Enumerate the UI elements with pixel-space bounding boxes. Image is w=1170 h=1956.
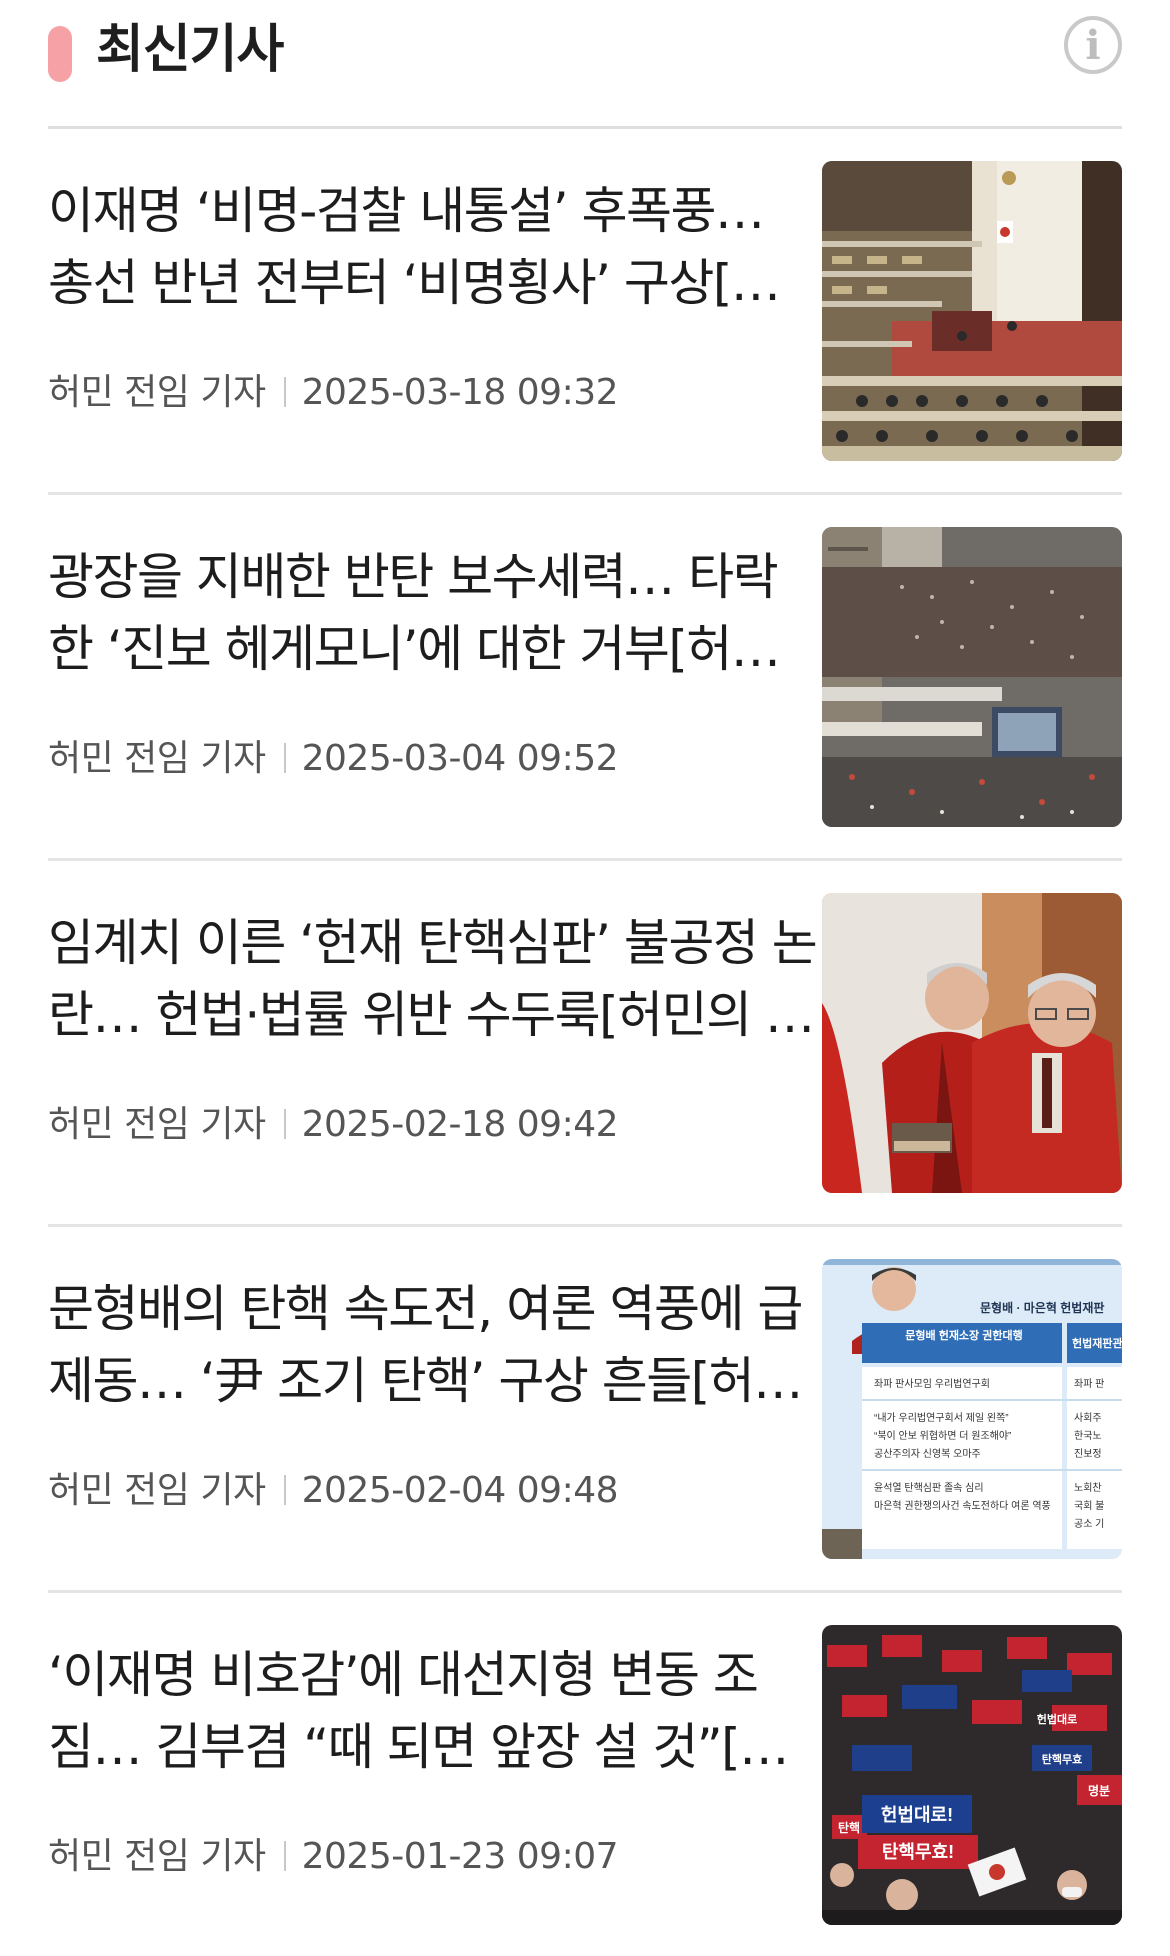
infographic-col1-row: “내가 우리법연구회서 제일 왼쪽”	[874, 1412, 1009, 1424]
article-date: 2025-03-04 09:52	[301, 738, 619, 779]
article-author: 허민 전임 기자	[48, 1104, 266, 1145]
meta-separator	[283, 377, 286, 407]
protest-sign-text: 탄핵	[838, 1820, 860, 1835]
protest-sign-text: 헌법대로!	[881, 1805, 953, 1825]
meta-separator	[283, 1475, 286, 1505]
infographic-col2-row: 노회찬	[1074, 1482, 1102, 1494]
protest-sign-text: 헌법대로	[1037, 1712, 1077, 1726]
meta-separator	[283, 743, 286, 773]
article-date: 2025-02-18 09:42	[301, 1104, 619, 1145]
infographic-col2-row: 좌파 판	[1074, 1378, 1104, 1390]
article-meta: 허민 전임 기자 2025-01-23 09:07	[48, 1835, 619, 1879]
article-date: 2025-01-23 09:07	[301, 1836, 619, 1877]
infographic-col2-row: 한국노	[1074, 1430, 1102, 1442]
article-thumbnail[interactable]	[822, 893, 1122, 1193]
assembly-chamber-image	[822, 161, 1122, 461]
article-item[interactable]: 문형배의 탄핵 속도전, 여론 역풍에 급제동… ‘尹 조기 탄핵’ 구상 흔들…	[48, 1227, 1122, 1593]
infographic-heading: 문형배 · 마은혁 헌법재판	[980, 1300, 1104, 1315]
section-title: 최신기사	[96, 20, 284, 80]
infographic-col1-row: 좌파 판사모임 우리법연구회	[874, 1377, 990, 1390]
rally-crowd-image	[822, 527, 1122, 827]
section-header: 최신기사 i	[48, 0, 1122, 129]
infographic-col1-row: 공산주의자 신영복 오마주	[874, 1448, 981, 1460]
article-headline[interactable]: 문형배의 탄핵 속도전, 여론 역풍에 급제동… ‘尹 조기 탄핵’ 구상 흔들…	[48, 1273, 818, 1417]
article-meta: 허민 전임 기자 2025-03-18 09:32	[48, 371, 619, 415]
infographic-col2-row: 진보정	[1074, 1448, 1102, 1460]
article-item[interactable]: ‘이재명 비호감’에 대선지형 변동 조짐… 김부겸 “때 되면 앞장 설 것”…	[48, 1593, 1122, 1956]
article-author: 허민 전임 기자	[48, 738, 266, 779]
article-author: 허민 전임 기자	[48, 1470, 266, 1511]
article-author: 허민 전임 기자	[48, 1836, 266, 1877]
article-headline[interactable]: 임계치 이른 ‘헌재 탄핵심판’ 불공정 논란… 헌법·법률 위반 수두룩[허민…	[48, 907, 818, 1051]
article-item[interactable]: 이재명 ‘비명-검찰 내통설’ 후폭풍… 총선 반년 전부터 ‘비명횡사’ 구상…	[48, 129, 1122, 495]
article-item[interactable]: 광장을 지배한 반탄 보수세력… 타락한 ‘진보 헤게모니’에 대한 거부[허민…	[48, 495, 1122, 861]
article-thumbnail[interactable]: 헌법대로! 탄핵무효! 헌법대로 탄핵무효 명분 탄핵	[822, 1625, 1122, 1925]
meta-separator	[283, 1109, 286, 1139]
article-list: 이재명 ‘비명-검찰 내통설’ 후폭풍… 총선 반년 전부터 ‘비명횡사’ 구상…	[48, 129, 1122, 1956]
article-thumbnail[interactable]	[822, 527, 1122, 827]
justices-image	[822, 893, 1122, 1193]
article-author: 허민 전임 기자	[48, 372, 266, 413]
article-thumbnail[interactable]	[822, 161, 1122, 461]
infographic-col2-title: 헌법재판관	[1072, 1336, 1122, 1350]
infographic-col1-title: 문형배 헌재소장 권한대행	[905, 1328, 1022, 1342]
article-headline[interactable]: ‘이재명 비호감’에 대선지형 변동 조짐… 김부겸 “때 되면 앞장 설 것”…	[48, 1639, 818, 1783]
section-accent-bar	[48, 26, 72, 82]
page: 최신기사 i 이재명 ‘비명-검찰 내통설’ 후폭풍… 총선 반년 전부터 ‘비…	[0, 0, 1170, 1925]
protest-crowd-image: 헌법대로! 탄핵무효! 헌법대로 탄핵무효 명분 탄핵	[822, 1625, 1122, 1925]
article-date: 2025-02-04 09:48	[301, 1470, 619, 1511]
protest-sign-text: 탄핵무효	[1042, 1752, 1082, 1766]
article-meta: 허민 전임 기자 2025-03-04 09:52	[48, 737, 619, 781]
infographic-col2-row: 공소 기	[1074, 1518, 1104, 1530]
infographic-image: 문형배 · 마은혁 헌법재판 문형배 헌재소장 권한대행 헌법재판관 좌파 판사…	[822, 1259, 1122, 1559]
article-thumbnail[interactable]: 문형배 · 마은혁 헌법재판 문형배 헌재소장 권한대행 헌법재판관 좌파 판사…	[822, 1259, 1122, 1559]
article-meta: 허민 전임 기자 2025-02-04 09:48	[48, 1469, 619, 1513]
article-item[interactable]: 임계치 이른 ‘헌재 탄핵심판’ 불공정 논란… 헌법·법률 위반 수두룩[허민…	[48, 861, 1122, 1227]
protest-sign-text: 탄핵무효!	[882, 1842, 954, 1862]
info-icon[interactable]: i	[1064, 16, 1122, 74]
infographic-col2-row: 사회주	[1074, 1412, 1102, 1424]
protest-sign-text: 명분	[1088, 1784, 1110, 1798]
infographic-col1-row: 윤석열 탄핵심판 졸속 심리	[874, 1482, 984, 1494]
infographic-col1-row: 마은혁 권한쟁의사건 속도전하다 여론 역풍	[874, 1499, 1051, 1512]
article-headline[interactable]: 이재명 ‘비명-검찰 내통설’ 후폭풍… 총선 반년 전부터 ‘비명횡사’ 구상…	[48, 175, 818, 319]
infographic-col2-row: 국회 불	[1074, 1500, 1104, 1512]
article-meta: 허민 전임 기자 2025-02-18 09:42	[48, 1103, 619, 1147]
infographic-col1-row: “북이 안보 위협하면 더 원조해야”	[874, 1429, 1011, 1442]
article-date: 2025-03-18 09:32	[301, 372, 619, 413]
article-headline[interactable]: 광장을 지배한 반탄 보수세력… 타락한 ‘진보 헤게모니’에 대한 거부[허민…	[48, 541, 818, 685]
meta-separator	[283, 1841, 286, 1871]
